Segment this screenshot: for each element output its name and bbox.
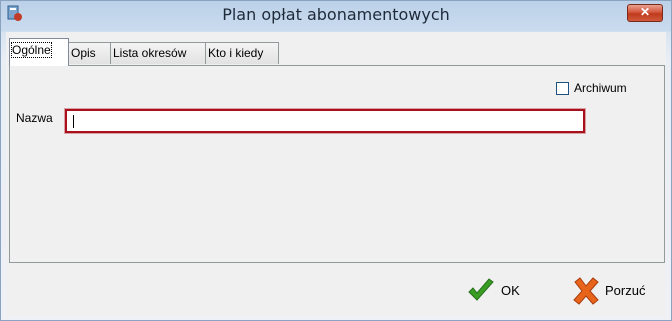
tab-label: Kto i kiedy <box>208 46 264 60</box>
cancel-button[interactable]: Porzuć <box>571 276 661 306</box>
tab-label: Lista okresów <box>113 46 187 60</box>
dialog-body: Ogólne Opis Lista okresów Kto i kiedy Ar… <box>6 32 666 317</box>
nazwa-input[interactable] <box>64 108 586 134</box>
cancel-label: Porzuć <box>605 283 646 298</box>
window-title: Plan opłat abonamentowych <box>222 5 450 24</box>
close-button[interactable]: ✕ <box>627 4 663 22</box>
tab-panel-ogolne: Archiwum Nazwa <box>9 65 665 263</box>
tab-opis[interactable]: Opis <box>68 42 111 64</box>
checkmark-icon <box>468 278 494 301</box>
dialog-window: Plan opłat abonamentowych ✕ Ogólne Opis … <box>0 0 672 321</box>
title-bar[interactable]: Plan opłat abonamentowych ✕ <box>1 1 671 31</box>
tab-kto-i-kiedy[interactable]: Kto i kiedy <box>205 42 279 64</box>
nazwa-label: Nazwa <box>16 111 53 125</box>
ok-button[interactable]: OK <box>466 276 536 306</box>
tab-label: Ogólne <box>11 42 52 58</box>
tab-strip: Ogólne Opis Lista okresów Kto i kiedy <box>6 38 666 66</box>
tab-lista-okresow[interactable]: Lista okresów <box>110 42 206 64</box>
cross-icon <box>573 277 599 305</box>
tab-label: Opis <box>71 46 96 60</box>
close-icon: ✕ <box>639 5 651 19</box>
ok-label: OK <box>501 283 520 298</box>
checkbox-box[interactable] <box>556 82 569 95</box>
text-caret <box>73 115 74 128</box>
tab-ogolne[interactable]: Ogólne <box>9 38 69 66</box>
archiwum-label: Archiwum <box>574 81 627 95</box>
